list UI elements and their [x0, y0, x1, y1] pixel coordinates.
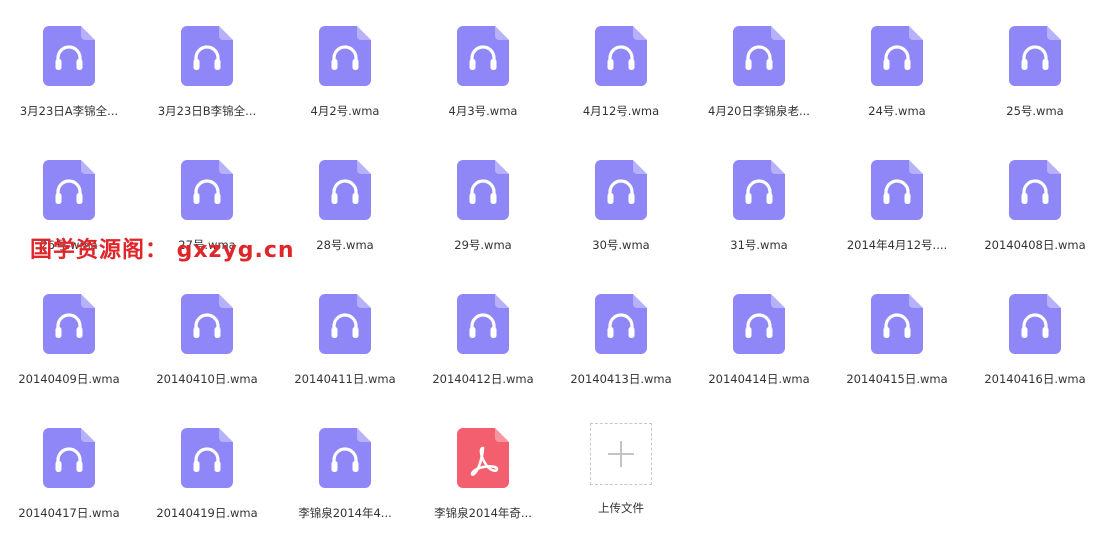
upload-label: 上传文件 — [598, 501, 644, 515]
file-item[interactable]: 27号.wma — [138, 152, 276, 286]
audio-file-icon — [733, 160, 785, 220]
audio-file-icon — [457, 26, 509, 86]
file-name: 20140411日.wma — [294, 372, 396, 386]
file-name: 20140412日.wma — [432, 372, 534, 386]
audio-file-icon — [181, 294, 233, 354]
audio-file-icon — [871, 26, 923, 86]
file-name: 20140410日.wma — [156, 372, 258, 386]
file-item[interactable]: 李锦泉2014年4... — [276, 420, 414, 554]
audio-file-icon — [319, 428, 371, 488]
audio-file-icon — [319, 160, 371, 220]
file-name: 24号.wma — [868, 104, 926, 118]
file-name: 29号.wma — [454, 238, 512, 252]
pdf-file-icon — [457, 428, 509, 488]
file-name: 20140414日.wma — [708, 372, 810, 386]
audio-file-icon — [319, 26, 371, 86]
audio-file-icon — [1009, 294, 1061, 354]
file-item[interactable]: 20140411日.wma — [276, 286, 414, 420]
file-name: 4月12号.wma — [582, 104, 660, 118]
file-item[interactable]: 20140413日.wma — [552, 286, 690, 420]
file-item[interactable]: 20140414日.wma — [690, 286, 828, 420]
file-item[interactable]: 29号.wma — [414, 152, 552, 286]
file-item[interactable]: 20140410日.wma — [138, 286, 276, 420]
file-name: 30号.wma — [592, 238, 650, 252]
file-name: 28号.wma — [316, 238, 374, 252]
plus-icon — [608, 441, 634, 467]
audio-file-icon — [733, 26, 785, 86]
file-item[interactable]: 4月2号.wma — [276, 18, 414, 152]
file-name: 20140419日.wma — [156, 506, 258, 520]
audio-file-icon — [595, 294, 647, 354]
file-name: 20140416日.wma — [984, 372, 1086, 386]
file-name: 20140413日.wma — [570, 372, 672, 386]
audio-file-icon — [871, 160, 923, 220]
file-item[interactable]: 4月20日李锦泉老... — [690, 18, 828, 152]
file-item[interactable]: 20140416日.wma — [966, 286, 1099, 420]
audio-file-icon — [181, 26, 233, 86]
audio-file-icon — [43, 26, 95, 86]
file-name: 3月23日B李锦全... — [157, 104, 257, 118]
file-item[interactable]: 3月23日A李锦全... — [0, 18, 138, 152]
upload-box[interactable] — [590, 423, 652, 485]
file-item[interactable]: 30号.wma — [552, 152, 690, 286]
file-name: 3月23日A李锦全... — [19, 104, 119, 118]
audio-file-icon — [43, 160, 95, 220]
audio-file-icon — [181, 160, 233, 220]
audio-file-icon — [733, 294, 785, 354]
file-name: 李锦泉2014年奇... — [434, 506, 532, 520]
file-name: 4月2号.wma — [310, 104, 380, 118]
file-item[interactable]: 20140408日.wma — [966, 152, 1099, 286]
file-item[interactable]: 31号.wma — [690, 152, 828, 286]
file-item[interactable]: 26号.wma — [0, 152, 138, 286]
file-item[interactable]: 25号.wma — [966, 18, 1099, 152]
audio-file-icon — [871, 294, 923, 354]
audio-file-icon — [595, 26, 647, 86]
file-item[interactable]: 4月12号.wma — [552, 18, 690, 152]
file-name: 25号.wma — [1006, 104, 1064, 118]
audio-file-icon — [43, 428, 95, 488]
file-item[interactable]: 28号.wma — [276, 152, 414, 286]
watermark-text: 国学资源阁： gxzyg.cn — [30, 238, 295, 263]
audio-file-icon — [43, 294, 95, 354]
file-item[interactable]: 2014年4月12号.... — [828, 152, 966, 286]
file-item[interactable]: 李锦泉2014年奇... — [414, 420, 552, 554]
audio-file-icon — [319, 294, 371, 354]
file-name: 20140417日.wma — [18, 506, 120, 520]
file-name: 20140415日.wma — [846, 372, 948, 386]
file-name: 20140409日.wma — [18, 372, 120, 386]
file-name: 2014年4月12号.... — [846, 238, 948, 252]
audio-file-icon — [1009, 160, 1061, 220]
file-item[interactable]: 4月3号.wma — [414, 18, 552, 152]
file-name: 李锦泉2014年4... — [298, 506, 392, 520]
file-item[interactable]: 3月23日B李锦全... — [138, 18, 276, 152]
audio-file-icon — [457, 160, 509, 220]
file-name: 4月3号.wma — [448, 104, 518, 118]
file-name: 4月20日李锦泉老... — [708, 104, 810, 118]
file-name: 20140408日.wma — [984, 238, 1086, 252]
upload-file-button[interactable]: 上传文件 — [552, 420, 690, 554]
file-item[interactable]: 20140412日.wma — [414, 286, 552, 420]
audio-file-icon — [595, 160, 647, 220]
audio-file-icon — [1009, 26, 1061, 86]
file-grid: 3月23日A李锦全... 3月23日B李锦全... 4月2号.wma 4月3号.… — [0, 18, 1099, 554]
audio-file-icon — [181, 428, 233, 488]
file-item[interactable]: 24号.wma — [828, 18, 966, 152]
file-item[interactable]: 20140417日.wma — [0, 420, 138, 554]
file-item[interactable]: 20140419日.wma — [138, 420, 276, 554]
file-item[interactable]: 20140415日.wma — [828, 286, 966, 420]
file-name: 31号.wma — [730, 238, 788, 252]
file-item[interactable]: 20140409日.wma — [0, 286, 138, 420]
audio-file-icon — [457, 294, 509, 354]
